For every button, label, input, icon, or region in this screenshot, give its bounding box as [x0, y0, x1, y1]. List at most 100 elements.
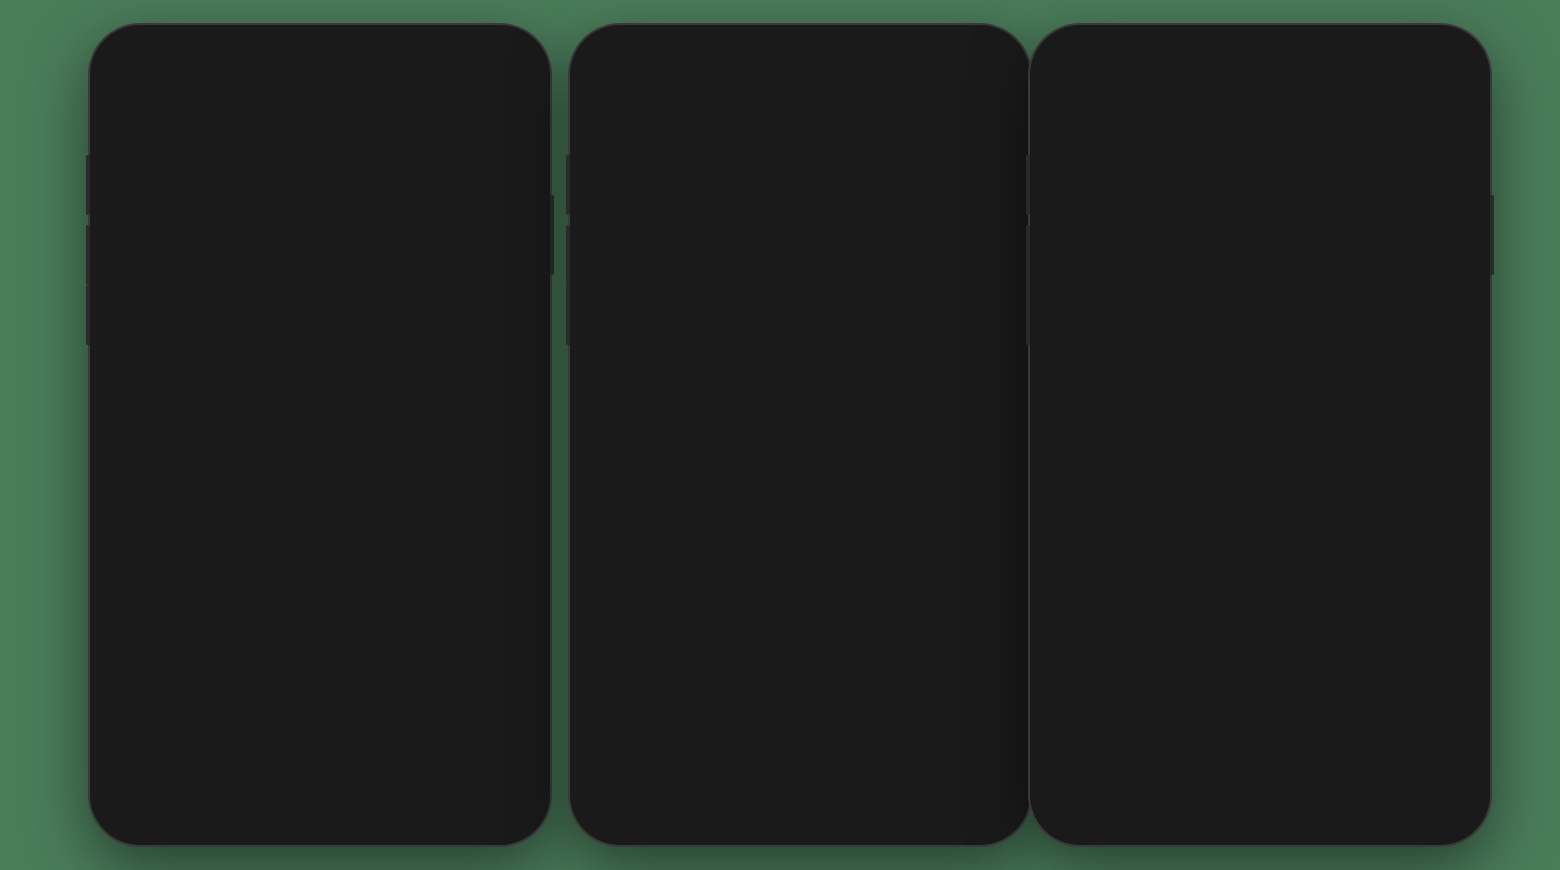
phone-3: 🔋 9:41 📶 ‹ 👩 Julie 📹 › [1030, 25, 1490, 845]
chevron-right-1[interactable]: › [518, 105, 524, 126]
camera-button-2[interactable]: 📷 [590, 446, 622, 478]
drawer-wave-3[interactable]: 〰️ [1050, 495, 1088, 533]
phone-screen-2: 🔋 9:41 📶 ‹ 🧑 Armando 📹 › [580, 35, 1020, 835]
recent-item-4[interactable]: Flight of the... Hiatus Kaiyote [804, 653, 1012, 709]
header-center-3: 👩 Julie [1219, 85, 1263, 146]
camera-button-3[interactable]: 📷 [1050, 446, 1082, 478]
back-button-2[interactable]: ‹ [596, 107, 601, 124]
drawer-memoji2-1[interactable]: 🧑‍🦰 [156, 495, 194, 533]
memoji-5[interactable]: 🧑‍🦱 [251, 649, 390, 729]
recent-thumb-2 [812, 597, 852, 637]
music-section-title-2: مشاركة ما تم تشغيله حديثًا [588, 565, 1012, 581]
memoji-4[interactable]: 🧑‍🦱 [108, 649, 247, 729]
recent-info-4: Flight of the... Hiatus Kaiyote [860, 670, 1004, 693]
battery-icon-1: 🔋 [120, 52, 136, 68]
drawer-sticker-2[interactable]: 🐭 [866, 495, 904, 533]
drawer-music-1[interactable]: 🎵 [202, 495, 240, 533]
sticker-4-3[interactable]: 🐭 [1048, 653, 1184, 733]
notch-1 [250, 35, 390, 65]
app-drawer-2: 🌈 〰️ 🧑 🧑 🎵 ❤️ 🐭 [580, 486, 1020, 541]
memoji-6[interactable]: 🧑‍🦱 [393, 649, 532, 729]
drawer-heart-3[interactable]: ❤️ [1280, 495, 1318, 533]
recent-item-3[interactable]: Welcome to t... Tones And I [588, 653, 796, 709]
received-bubble-2-3: I got them for you. My treat! [1052, 263, 1251, 301]
notch-3 [1190, 35, 1330, 65]
status-icons-1: ▂▄▆ 📶 [470, 52, 520, 68]
back-button-3[interactable]: ‹ [1056, 107, 1061, 124]
recent-artist-4: Hiatus Kaiyote [860, 682, 1004, 693]
contact-name-3[interactable]: Julie [1228, 131, 1255, 146]
mic-icon-1[interactable]: 🎤 [500, 454, 517, 471]
contact-name-2[interactable]: Armando [755, 131, 808, 146]
input-placeholder-2: iMessage [683, 454, 743, 470]
memoji-3[interactable]: 🧑‍🦱 [393, 565, 532, 645]
sticker-2-3[interactable]: 🐦HA HA [1192, 565, 1328, 645]
recent-title-2: Gold-Diggers... [860, 606, 1004, 618]
recent-item-1[interactable]: Good Girls ● CHVRCHES [588, 589, 796, 645]
contact-name-1[interactable]: Eden [286, 131, 316, 146]
memoji-1[interactable]: 🧑‍🦱 [108, 565, 247, 645]
battery-icon-3: 🔋 [1060, 52, 1076, 68]
chat-header-1: ‹ 🧑 Eden 📹 › [100, 79, 540, 157]
drawer-sticker-3[interactable]: 🐭 [1326, 495, 1364, 533]
message-row-received-2: Hey! Hear any good songs lately? [592, 202, 1008, 244]
input-placeholder-1: iMessage [203, 454, 263, 470]
drawer-memoji-3[interactable]: 🧑 [1096, 495, 1134, 533]
apps-button-1[interactable]: 𝐀 [150, 446, 182, 478]
apps-button-3[interactable]: 𝐀 [1090, 446, 1122, 478]
phone-2: 🔋 9:41 📶 ‹ 🧑 Armando 📹 › [570, 25, 1030, 845]
chevron-right-2[interactable]: › [998, 105, 1004, 126]
drawer-memoji-2[interactable]: 🧑 [682, 495, 720, 533]
music-artist-2: Tones And I [826, 346, 942, 358]
play-button-2[interactable] [780, 324, 816, 360]
drawer-memoji2-3[interactable]: 🧑 [1142, 495, 1180, 533]
drawer-wave-2[interactable]: 〰️ [636, 495, 674, 533]
drawer-music-2[interactable]: 🎵 [774, 495, 812, 533]
drawer-handle-2 [782, 547, 818, 551]
battery-icon-2: 🔋 [600, 52, 616, 68]
music-card-2[interactable]: Welcome to the Madhouse Tones And I 🍎 Mu… [768, 305, 1008, 379]
messages-area-1: iMessage اليوم ٩:٣٨ ص I 🤔 I passed you o… [100, 157, 540, 437]
message-input-3[interactable]: iMessage 🎤 [1130, 447, 1470, 478]
avatar-2: 🧑 [759, 85, 803, 129]
apple-icon-2: 🍎 [826, 358, 838, 369]
message-input-1[interactable]: iMessage 🎤 [190, 447, 530, 478]
memoji-grid-1: 🧑‍🦱 🧑‍🦱 🧑‍🦱 🧑‍🦱 🧑‍🦱 🧑‍🦱 [108, 565, 532, 729]
apps-button-2[interactable]: 𝐀 [630, 446, 662, 478]
chevron-right-3[interactable]: › [1458, 105, 1464, 126]
message-row-1-3: Hi! I went shopping today and found the … [1052, 202, 1468, 263]
sticker-6-3[interactable]: BFF [1336, 653, 1472, 733]
msg-date-1: iMessage اليوم ٩:٣٨ ص [112, 171, 528, 196]
received-bubble-1: I 🤔 I passed you on the road earlier...w… [112, 202, 424, 259]
drawer-sticker-1[interactable]: 🐭 [340, 495, 378, 533]
mic-icon-3[interactable]: 🎤 [1440, 454, 1457, 471]
message-input-2[interactable]: iMessage 🎤 [670, 447, 1010, 478]
drawer-heart-1[interactable]: ❤️ [294, 495, 332, 533]
drawer-rainbow-2[interactable]: 🌈 [590, 495, 628, 533]
mic-icon-2[interactable]: 🎤 [980, 454, 997, 471]
video-call-icon-3[interactable]: 📹 [1421, 103, 1446, 128]
sticker-1-3[interactable]: 🐭💃 [1048, 565, 1184, 645]
drawer-memoji2-2[interactable]: 🧑 [728, 495, 766, 533]
back-button-1[interactable]: ‹ [116, 107, 121, 124]
drawer-heart-2[interactable]: ❤️ [820, 495, 858, 533]
avatar-1: 🧑 [279, 85, 323, 129]
signal-icon-1: 📶 [504, 52, 520, 68]
sticker-5-3[interactable]: 🌸 [1192, 653, 1328, 733]
sent-bubble-2: Yeah! I've been updating my playlist. He… [696, 244, 1008, 301]
video-call-icon-2[interactable]: 📹 [961, 103, 986, 128]
message-row-1: I 🤔 I passed you on the road earlier...w… [112, 202, 528, 263]
memoji-2[interactable]: 🧑‍🦱 [251, 565, 390, 645]
recent-item-2[interactable]: Gold-Diggers... Leon Bridges [804, 589, 1012, 645]
drawer-rainbow-1[interactable]: 🌈 [248, 495, 286, 533]
stickers-grid-3: 🐭💃 🐦HA HA 🐭😎 🐭 🌸 BFF [1048, 565, 1472, 733]
screen-content-1: 🔋 9:41 ▂▄▆ 📶 ‹ 🧑 Eden [100, 35, 540, 835]
drawer-more-1[interactable]: ••• [386, 495, 424, 533]
drawer-rainbow-3[interactable]: 🌈 [1234, 495, 1272, 533]
camera-button-1[interactable]: 📷 [110, 446, 142, 478]
sticker-bff-3: 🐭🌸 [1319, 315, 1468, 382]
sticker-3-3[interactable]: 🐭😎 [1336, 565, 1472, 645]
drawer-music-3[interactable]: 🎵 [1188, 495, 1226, 533]
drawer-memoji-1[interactable]: 🧑 [110, 495, 148, 533]
video-call-icon-1[interactable]: 📹 [481, 103, 506, 128]
